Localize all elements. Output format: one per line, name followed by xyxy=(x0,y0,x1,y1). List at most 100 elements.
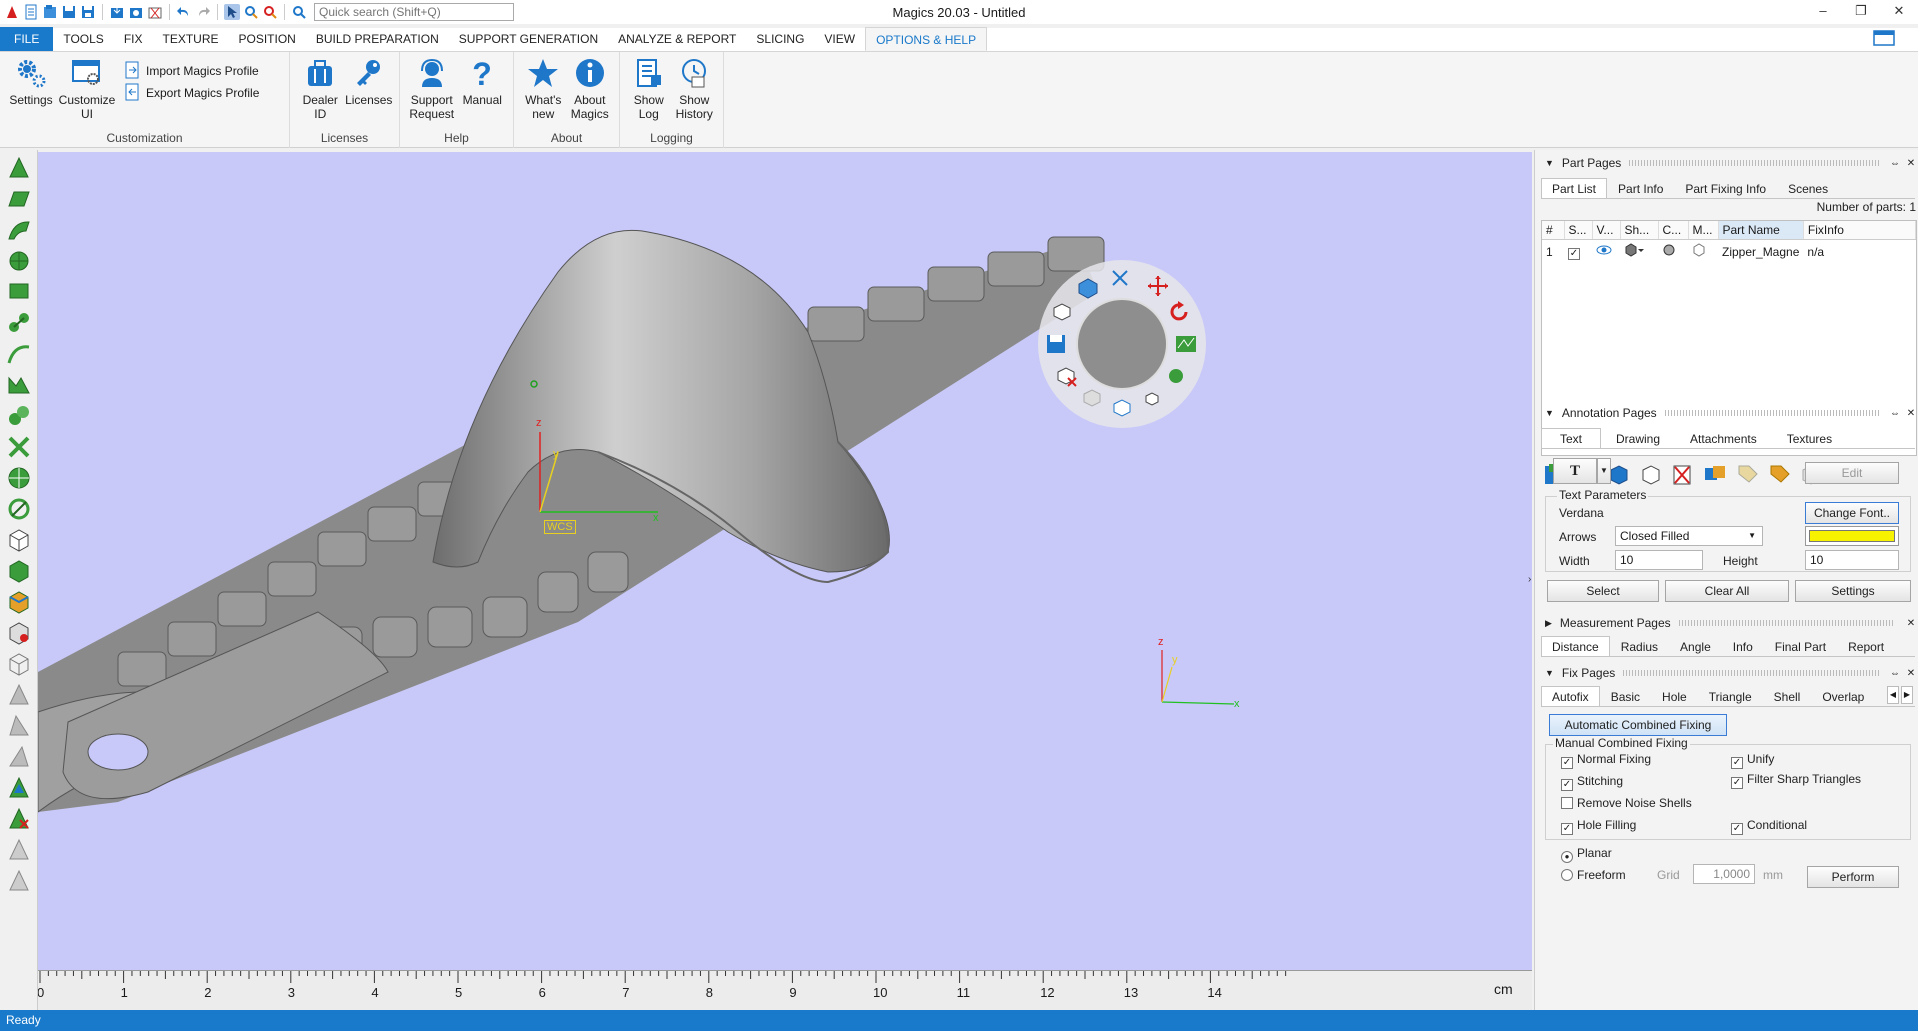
col-color[interactable]: C... xyxy=(1658,221,1689,240)
expand-triangle-icon[interactable]: ▶ xyxy=(1545,618,1552,629)
freeform-radio[interactable]: Freeform xyxy=(1561,868,1626,882)
select-curve-icon[interactable] xyxy=(6,341,32,367)
tab-hole[interactable]: Hole xyxy=(1651,686,1698,707)
collapse-triangle-icon[interactable]: ▼ xyxy=(1545,668,1554,678)
tab-build-preparation[interactable]: BUILD PREPARATION xyxy=(306,27,449,51)
tab-basic[interactable]: Basic xyxy=(1600,686,1651,707)
mark-shell-icon[interactable] xyxy=(6,403,32,429)
select-plane-icon[interactable] xyxy=(6,186,32,212)
tab-info[interactable]: Info xyxy=(1722,636,1764,657)
mark-area-icon[interactable] xyxy=(6,372,32,398)
col-material[interactable]: M... xyxy=(1688,221,1719,240)
height-input[interactable]: 10 xyxy=(1805,550,1899,570)
part-pages-header[interactable]: ▼ Part Pages ⇔ ✕ xyxy=(1535,154,1918,172)
clear-all-button[interactable]: Clear All xyxy=(1665,580,1789,602)
tag-part-icon[interactable] xyxy=(1735,462,1761,486)
tab-analyze-report[interactable]: ANALYZE & REPORT xyxy=(608,27,746,51)
zipper-model[interactable] xyxy=(38,152,1532,970)
tab-report[interactable]: Report xyxy=(1837,636,1895,657)
select-triangle-icon[interactable] xyxy=(6,155,32,181)
restore-button[interactable]: ❐ xyxy=(1842,0,1880,24)
pin-icon[interactable]: ⇔ xyxy=(1887,668,1903,679)
pin-icon[interactable]: ⇔ xyxy=(1887,408,1903,419)
table-row[interactable]: 1 ✓ Zipper_Magne n/a xyxy=(1542,240,1916,264)
undo-icon[interactable] xyxy=(176,4,192,20)
save-all-icon[interactable] xyxy=(80,4,96,20)
triangle-gray-3-icon[interactable] xyxy=(6,744,32,770)
col-fixinfo[interactable]: FixInfo xyxy=(1803,221,1916,240)
close-button[interactable]: ✕ xyxy=(1880,0,1918,24)
remove-parts-icon[interactable] xyxy=(1671,462,1697,486)
3d-viewport[interactable]: z y x WCS z y x 0 1 2 3 4 5 6 7 8 9 10 11 12 13 14 cm xyxy=(38,152,1532,1010)
tab-scroll-left-icon[interactable]: ◀ xyxy=(1887,686,1899,704)
import-part-icon[interactable] xyxy=(109,4,125,20)
tab-part-info[interactable]: Part Info xyxy=(1607,178,1674,199)
quick-search-input[interactable] xyxy=(314,3,514,21)
mark-tool-icon[interactable] xyxy=(1164,364,1188,388)
tab-part-list[interactable]: Part List xyxy=(1541,178,1608,199)
text-tool-dropdown-icon[interactable]: ▼ xyxy=(1597,458,1611,484)
move-icon[interactable] xyxy=(1146,274,1170,298)
color-circle-icon[interactable] xyxy=(1658,240,1688,264)
rotate-icon[interactable] xyxy=(1168,300,1192,324)
annotation-pages-title-row[interactable]: ▼ Annotation Pages ⇔ ✕ xyxy=(1535,404,1918,422)
col-selected[interactable]: S... xyxy=(1564,221,1593,240)
delete-part-icon[interactable] xyxy=(1054,364,1078,388)
drag-grip[interactable] xyxy=(1664,410,1879,416)
triangle-outline-2-icon[interactable] xyxy=(6,868,32,894)
tab-angle[interactable]: Angle xyxy=(1669,636,1722,657)
remove-noise-shells-checkbox[interactable]: Remove Noise Shells xyxy=(1561,796,1692,810)
col-number[interactable]: # xyxy=(1542,221,1565,240)
tab-textures[interactable]: Textures xyxy=(1772,428,1847,449)
select-surface-icon[interactable] xyxy=(6,217,32,243)
save-icon[interactable] xyxy=(61,4,77,20)
deselect-parts-icon[interactable] xyxy=(1639,462,1665,486)
translate-icon[interactable] xyxy=(1110,396,1134,420)
shading-cube-icon[interactable] xyxy=(1620,240,1658,264)
tab-tools[interactable]: TOOLS xyxy=(53,27,113,51)
zoom-fit-icon[interactable] xyxy=(262,4,278,20)
tab-attachments[interactable]: Attachments xyxy=(1675,428,1772,449)
panel-splitter-arrow-icon[interactable]: › xyxy=(1528,574,1531,585)
planar-radio[interactable]: ● Planar xyxy=(1561,846,1612,863)
tab-fix[interactable]: FIX xyxy=(114,27,153,51)
tag-orange-icon[interactable] xyxy=(1767,462,1793,486)
copy-part-icon[interactable] xyxy=(1080,386,1104,410)
conditional-checkbox[interactable]: ✓ Conditional xyxy=(1731,818,1807,835)
view-part-icon[interactable] xyxy=(6,527,32,553)
tab-texture[interactable]: TEXTURE xyxy=(152,27,228,51)
tab-options-help[interactable]: OPTIONS & HELP xyxy=(865,27,988,51)
redo-icon[interactable] xyxy=(195,4,211,20)
triangle-gray-icon[interactable] xyxy=(6,682,32,708)
part-box-icon[interactable] xyxy=(1050,300,1074,324)
tab-shell[interactable]: Shell xyxy=(1763,686,1812,707)
mark-crossing-icon[interactable] xyxy=(6,434,32,460)
view-section-icon[interactable] xyxy=(1108,266,1132,290)
collapse-triangle-icon[interactable]: ▼ xyxy=(1545,158,1554,168)
perform-button[interactable]: Perform xyxy=(1807,866,1899,888)
export-profile-button[interactable]: Export Magics Profile xyxy=(124,82,259,104)
unify-checkbox[interactable]: ✓ Unify xyxy=(1731,752,1774,769)
tab-part-fixing-info[interactable]: Part Fixing Info xyxy=(1674,178,1777,199)
material-box-icon[interactable] xyxy=(1688,240,1718,264)
drag-grip[interactable] xyxy=(1629,160,1879,166)
tab-file[interactable]: FILE xyxy=(0,27,54,51)
filter-sharp-triangles-checkbox[interactable]: ✓ Filter Sharp Triangles xyxy=(1731,772,1861,789)
fix-wizard-icon[interactable] xyxy=(1174,332,1198,356)
text-tool-button[interactable]: T xyxy=(1553,458,1597,484)
triangle-mixed-icon[interactable] xyxy=(6,775,32,801)
panel-close-icon[interactable]: ✕ xyxy=(1903,408,1918,419)
annotation-color-swatch[interactable] xyxy=(1805,526,1899,546)
select-shell-icon[interactable] xyxy=(6,248,32,274)
unmark-part-icon[interactable] xyxy=(6,620,32,646)
select-connected-icon[interactable] xyxy=(6,310,32,336)
tab-final-part[interactable]: Final Part xyxy=(1764,636,1837,657)
triangle-outline-icon[interactable] xyxy=(6,837,32,863)
mark-sphere-icon[interactable] xyxy=(6,465,32,491)
view-wireframe-icon[interactable] xyxy=(6,651,32,677)
drag-grip[interactable] xyxy=(1623,670,1879,676)
fix-pages-header[interactable]: ▼ Fix Pages ⇔ ✕ xyxy=(1535,664,1918,682)
tab-slicing[interactable]: SLICING xyxy=(746,27,814,51)
import-profile-button[interactable]: Import Magics Profile xyxy=(124,60,259,82)
tab-triangle[interactable]: Triangle xyxy=(1698,686,1763,707)
